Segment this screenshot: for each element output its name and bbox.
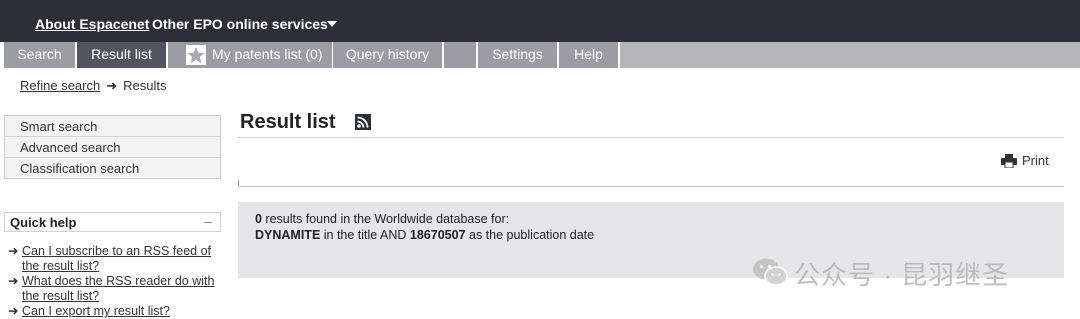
about-espacenet-link[interactable]: About Espacenet xyxy=(35,16,149,32)
rss-icon[interactable] xyxy=(355,114,371,135)
nav-classification-search[interactable]: Classification search xyxy=(4,157,221,179)
quick-help-title: Quick help xyxy=(10,215,77,230)
nav-advanced-search[interactable]: Advanced search xyxy=(4,136,221,157)
query-text-end: as the publication date xyxy=(465,228,595,242)
breadcrumb-current: Results xyxy=(123,78,167,93)
tab-result-list[interactable]: Result list xyxy=(77,42,167,68)
query-text-mid: in the title AND xyxy=(320,228,410,242)
results-text: results found in the Worldwide database … xyxy=(261,212,510,226)
tab-my-patents[interactable]: My patents list (0) xyxy=(168,42,333,68)
tab-bar: Search Result list My patents list (0) Q… xyxy=(0,42,1080,68)
printer-icon xyxy=(1001,154,1017,171)
page-title: Result list xyxy=(240,111,336,133)
nav-smart-search[interactable]: Smart search xyxy=(4,115,221,136)
query-date: 18670507 xyxy=(409,228,466,242)
top-bar: About Espacenet Other EPO online service… xyxy=(0,0,1080,42)
quick-help-header: Quick help – xyxy=(4,212,221,232)
refine-search-link[interactable]: Refine search xyxy=(20,78,100,93)
divider xyxy=(238,186,1064,187)
watermark: 公众号 · 昆羽继圣 xyxy=(752,255,1009,292)
help-link-rss-reader[interactable]: What does the RSS reader do with the res… xyxy=(22,274,214,303)
other-services-menu[interactable]: Other EPO online services xyxy=(152,16,328,32)
tab-help[interactable]: Help xyxy=(559,42,619,68)
tab-query-history[interactable]: Query history xyxy=(333,42,443,68)
list-item: ➜ Can I subscribe to an RSS feed of the … xyxy=(8,244,218,274)
arrow-right-icon: ➜ xyxy=(8,274,19,288)
help-link-rss-subscribe[interactable]: Can I subscribe to an RSS feed of the re… xyxy=(22,244,211,273)
query-term: DYNAMITE xyxy=(255,228,321,242)
title-divider xyxy=(238,137,1064,138)
print-label: Print xyxy=(1022,153,1049,168)
chevron-down-icon[interactable] xyxy=(327,21,337,27)
watermark-text: 公众号 · 昆羽继圣 xyxy=(794,260,1010,290)
results-query-line: DYNAMITE in the title AND 18670507 as th… xyxy=(255,228,594,242)
list-item: ➜ What does the RSS reader do with the r… xyxy=(8,274,218,304)
left-nav: Smart search Advanced search Classificat… xyxy=(4,115,221,179)
help-link-export[interactable]: Can I export my result list? xyxy=(22,304,170,318)
wechat-icon xyxy=(752,257,788,294)
quick-help-list: ➜ Can I subscribe to an RSS feed of the … xyxy=(8,244,218,319)
collapse-icon[interactable]: – xyxy=(204,213,212,229)
tab-my-patents-label: My patents list (0) xyxy=(212,46,323,62)
tab-settings[interactable]: Settings xyxy=(478,42,558,68)
results-count-line: 0 results found in the Worldwide databas… xyxy=(255,212,509,226)
results-count: 0 xyxy=(255,212,262,226)
tab-search[interactable]: Search xyxy=(4,42,76,68)
arrow-right-icon: ➜ xyxy=(106,78,118,93)
tab-bar-filler xyxy=(620,42,1080,68)
arrow-right-icon: ➜ xyxy=(8,244,19,258)
tab-spacer xyxy=(444,42,477,68)
breadcrumb: Refine search ➜ Results xyxy=(20,78,166,94)
star-icon xyxy=(186,45,206,65)
print-button[interactable]: Print xyxy=(1001,153,1049,171)
